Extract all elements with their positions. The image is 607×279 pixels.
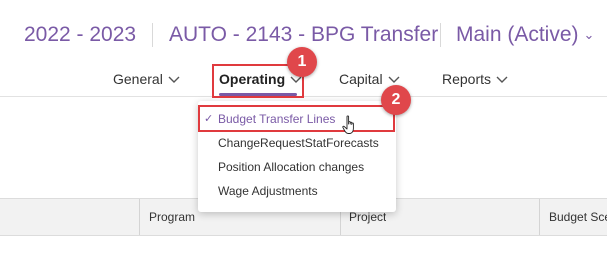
nav-item-general[interactable]: General xyxy=(113,70,180,88)
menu-item-label: Wage Adjustments xyxy=(218,184,318,198)
chevron-down-icon xyxy=(388,70,400,83)
menu-item-change-request-stat-forecasts[interactable]: ChangeRequestStatForecasts xyxy=(198,132,396,154)
nav-item-label: General xyxy=(113,71,163,87)
step-2-highlight xyxy=(198,105,395,132)
nav-item-reports[interactable]: Reports xyxy=(442,70,508,88)
chevron-down-icon: ⌄ xyxy=(583,27,595,42)
column-header-program[interactable]: Program xyxy=(149,199,195,235)
column-header-budget-scenario[interactable]: Budget Sce xyxy=(549,199,607,235)
version-label: Main (Active) xyxy=(456,23,579,46)
hand-cursor-icon xyxy=(342,115,354,134)
column-divider[interactable] xyxy=(139,199,140,235)
chevron-down-icon xyxy=(496,70,508,83)
step-2-badge: 2 xyxy=(381,85,411,115)
title-divider xyxy=(152,23,153,47)
step-1-badge: 1 xyxy=(287,47,317,77)
nav-item-label: Capital xyxy=(339,71,383,87)
column-header-blank[interactable] xyxy=(0,199,139,235)
menu-item-label: ChangeRequestStatForecasts xyxy=(218,136,379,150)
menu-item-wage-adjustments[interactable]: Wage Adjustments xyxy=(198,180,396,202)
nav-item-label: Reports xyxy=(442,71,492,87)
menu-item-position-allocation-changes[interactable]: Position Allocation changes xyxy=(198,156,396,178)
column-divider[interactable] xyxy=(539,199,540,235)
title-divider xyxy=(440,23,441,47)
budget-name-title[interactable]: AUTO - 2143 - BPG Transfer xyxy=(169,22,438,48)
chevron-down-icon xyxy=(168,70,180,83)
fiscal-year-title[interactable]: 2022 - 2023 xyxy=(24,22,136,48)
version-selector[interactable]: Main (Active) ⌄ xyxy=(456,22,594,48)
menu-item-label: Position Allocation changes xyxy=(218,160,365,174)
